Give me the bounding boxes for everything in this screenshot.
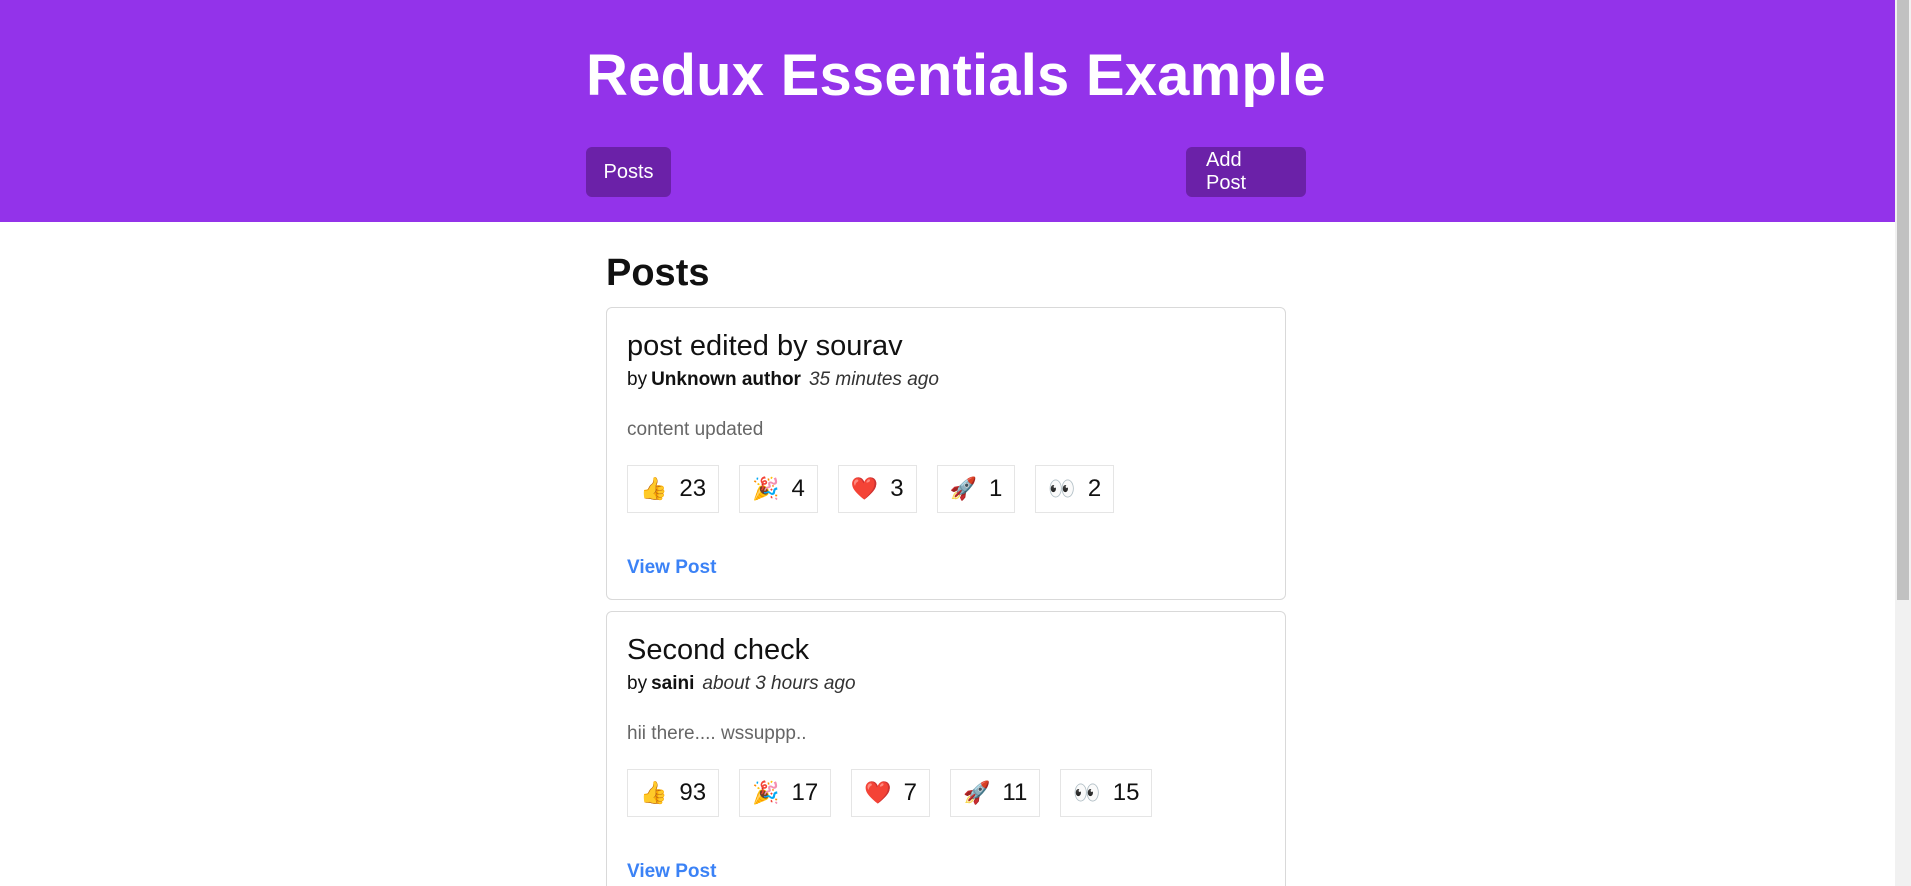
add-post-button[interactable]: Add Post [1186,147,1306,197]
reaction-rocket-button[interactable]: 🚀 11 [949,769,1041,817]
scrollbar-thumb[interactable] [1897,0,1909,600]
posts-list: Posts post edited by sourav by Unknown au… [606,252,1286,886]
party-popper-icon: 🎉 [752,780,780,806]
reaction-thumbs-up-button[interactable]: 👍 93 [627,769,720,817]
view-post-link[interactable]: View Post [627,861,716,883]
navbar: Redux Essentials Example Posts Add Post [0,0,1895,222]
reaction-heart-button[interactable]: ❤️ 3 [837,465,917,513]
reaction-buttons: 👍 23 🎉 4 ❤️ 3 🚀 1 👀 2 [627,465,1265,513]
reaction-count: 11 [1002,779,1028,806]
vertical-scrollbar[interactable] [1895,0,1911,886]
heart-icon: ❤️ [864,780,892,806]
reaction-count: 1 [989,475,1003,502]
post-title: Second check [627,634,810,666]
reaction-hooray-button[interactable]: 🎉 17 [739,769,832,817]
post-content: content updated [627,419,764,440]
reaction-count: 3 [890,475,904,502]
reaction-count: 93 [679,779,707,806]
reaction-count: 15 [1112,779,1140,806]
reaction-count: 23 [679,475,707,502]
reaction-count: 2 [1087,475,1102,502]
reaction-count: 7 [903,779,917,806]
post-by-label: by [627,369,648,390]
post-content: hii there.... wssuppp.. [627,723,807,744]
view-post-link[interactable]: View Post [627,557,716,579]
rocket-icon: 🚀 [949,476,978,502]
reaction-thumbs-up-button[interactable]: 👍 23 [627,465,720,513]
post-time: about 3 hours ago [702,673,856,694]
post-author: saini [651,673,695,694]
reaction-heart-button[interactable]: ❤️ 7 [851,769,930,817]
posts-nav-button[interactable]: Posts [586,147,671,197]
reaction-eyes-button[interactable]: 👀 2 [1035,465,1115,513]
reaction-eyes-button[interactable]: 👀 15 [1060,769,1153,817]
reaction-buttons: 👍 93 🎉 17 ❤️ 7 🚀 11 👀 15 [627,769,1265,817]
post-meta: by Unknown author 35 minutes ago [627,369,1265,391]
thumbs-up-icon: 👍 [640,476,668,502]
reaction-hooray-button[interactable]: 🎉 4 [739,465,818,513]
post-author: Unknown author [651,369,801,390]
post-title: post edited by sourav [627,330,903,362]
post-meta: by saini about 3 hours ago [627,673,1265,695]
reaction-count: 4 [791,475,805,502]
reaction-count: 17 [791,779,819,806]
rocket-icon: 🚀 [962,780,991,806]
party-popper-icon: 🎉 [752,476,780,502]
post-card: Second check by saini about 3 hours ago hi… [606,611,1286,886]
thumbs-up-icon: 👍 [640,780,668,806]
post-card: post edited by sourav by Unknown author 35… [606,307,1286,600]
eyes-icon: 👀 [1073,780,1101,806]
post-time: 35 minutes ago [808,369,939,390]
reaction-rocket-button[interactable]: 🚀 1 [936,465,1016,513]
heart-icon: ❤️ [850,476,879,502]
page-title: Posts [606,252,710,294]
eyes-icon: 👀 [1048,476,1076,502]
app-title: Redux Essentials Example [586,43,1326,108]
post-by-label: by [627,673,648,694]
